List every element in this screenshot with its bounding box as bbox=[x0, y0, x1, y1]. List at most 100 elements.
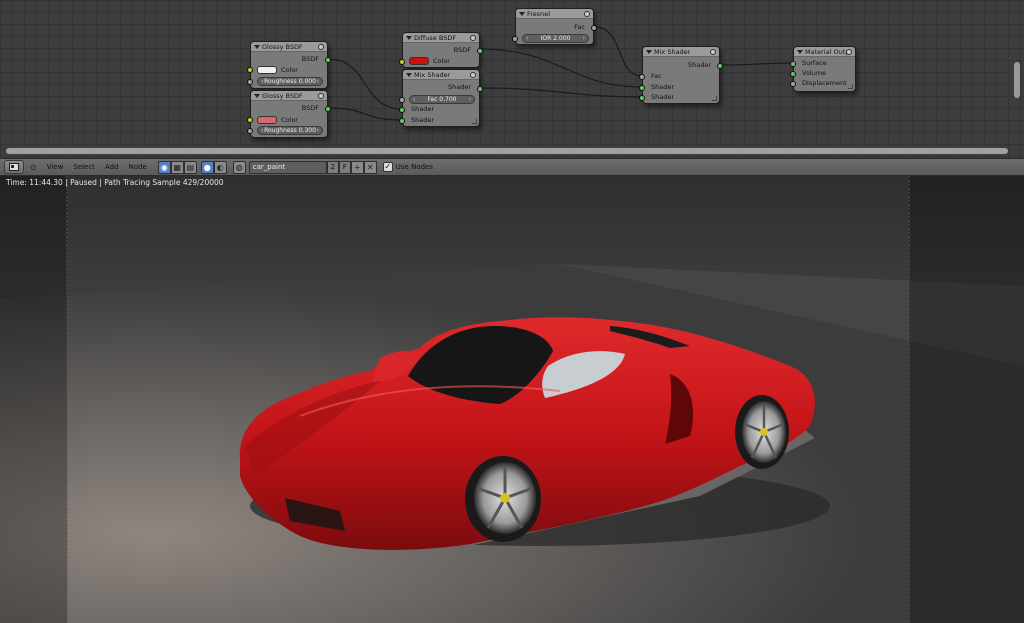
preview-toggle-icon[interactable] bbox=[318, 93, 324, 99]
decrement-icon[interactable]: ‹ bbox=[261, 78, 263, 85]
input-socket-fac[interactable] bbox=[639, 74, 645, 80]
input-socket-roughness[interactable] bbox=[247, 79, 253, 85]
color-label: Color bbox=[433, 57, 450, 65]
use-nodes-checkbox[interactable]: ✓ bbox=[382, 162, 393, 172]
collapse-icon[interactable] bbox=[254, 94, 260, 98]
output-socket-shader[interactable] bbox=[717, 63, 723, 69]
input-socket-roughness[interactable] bbox=[247, 128, 253, 134]
editor-type-button[interactable] bbox=[4, 160, 24, 174]
preview-toggle-icon[interactable] bbox=[710, 49, 716, 55]
fresnel-node[interactable]: Fresnel Fac ‹ IOR 2.000 › bbox=[512, 8, 597, 45]
node-title: Material Outp bbox=[805, 48, 850, 56]
resize-handle[interactable] bbox=[848, 84, 853, 89]
object-shader-icon[interactable]: ● bbox=[200, 160, 214, 174]
collapse-menus-icon[interactable]: ⊙ bbox=[30, 163, 37, 172]
input-socket-color[interactable] bbox=[399, 59, 405, 65]
output-shader-label: Shader bbox=[447, 83, 471, 91]
input-socket-ior[interactable] bbox=[512, 36, 518, 42]
collapse-icon[interactable] bbox=[646, 50, 652, 54]
shader-type-group: ● ◐ bbox=[200, 160, 227, 174]
render-image bbox=[0, 176, 1024, 623]
color-swatch[interactable] bbox=[257, 66, 277, 74]
menu-view[interactable]: View bbox=[42, 163, 69, 171]
glossy-bsdf-node-1[interactable]: Glossy BSDF BSDF Color ‹ Roughness 0.000 › bbox=[247, 41, 331, 89]
horizontal-scrollbar[interactable] bbox=[6, 148, 1008, 154]
world-shader-icon[interactable]: ◐ bbox=[213, 160, 227, 174]
ior-field[interactable]: ‹ IOR 2.000 › bbox=[522, 34, 589, 43]
compositing-nodes-icon[interactable]: ▦ bbox=[170, 160, 184, 174]
material-name-field[interactable]: car_paint bbox=[248, 160, 327, 174]
collapse-icon[interactable] bbox=[406, 73, 412, 77]
increment-icon[interactable]: › bbox=[317, 78, 319, 85]
mix-shader-node-1[interactable]: Mix Shader Shader ‹ Fac 0.700 › Shader Sha… bbox=[399, 69, 483, 127]
roughness-field[interactable]: ‹ Roughness 0.000 › bbox=[257, 77, 323, 86]
input-socket-shader-1[interactable] bbox=[399, 107, 405, 113]
input-socket-volume[interactable] bbox=[790, 71, 796, 77]
output-socket-shader[interactable] bbox=[477, 86, 483, 92]
menu-node[interactable]: Node bbox=[124, 163, 152, 171]
output-socket-bsdf[interactable] bbox=[325, 106, 331, 112]
collapse-icon[interactable] bbox=[254, 45, 260, 49]
glossy-bsdf-node-2[interactable]: Glossy BSDF BSDF Color ‹ Roughness 0.300 › bbox=[247, 90, 331, 138]
preview-toggle-icon[interactable] bbox=[470, 35, 476, 41]
output-bsdf-label: BSDF bbox=[301, 55, 319, 63]
add-material-icon[interactable]: + bbox=[350, 160, 364, 174]
texture-nodes-icon[interactable]: ▤ bbox=[183, 160, 197, 174]
input-socket-shader-1[interactable] bbox=[639, 85, 645, 91]
preview-toggle-icon[interactable] bbox=[584, 11, 590, 17]
menu-select[interactable]: Select bbox=[68, 163, 100, 171]
input-socket-surface[interactable] bbox=[790, 61, 796, 67]
fac-field[interactable]: ‹ Fac 0.700 › bbox=[409, 95, 475, 104]
tree-type-group: ◉ ▦ ▤ bbox=[157, 160, 197, 174]
node-editor[interactable]: Glossy BSDF BSDF Color ‹ Roughness 0.000 ›… bbox=[0, 0, 1024, 158]
collapse-icon[interactable] bbox=[797, 50, 803, 54]
preview-toggle-icon[interactable] bbox=[318, 44, 324, 50]
output-socket-bsdf[interactable] bbox=[477, 48, 483, 54]
link-mix2-output bbox=[719, 62, 794, 66]
preview-toggle-icon[interactable] bbox=[470, 72, 476, 78]
roughness-value: Roughness 0.300 bbox=[264, 127, 316, 134]
diffuse-bsdf-node[interactable]: Diffuse BSDF BSDF Color bbox=[399, 32, 483, 68]
input-socket-displacement[interactable] bbox=[790, 81, 796, 87]
resize-handle[interactable] bbox=[472, 119, 477, 124]
material-output-node[interactable]: Material Outp Surface Volume Displacemen… bbox=[790, 46, 856, 92]
node-title: Fresnel bbox=[527, 10, 551, 18]
output-shader-label: Shader bbox=[687, 61, 711, 69]
vertical-scrollbar[interactable] bbox=[1014, 62, 1020, 98]
collapse-icon[interactable] bbox=[406, 36, 412, 40]
menu-add[interactable]: Add bbox=[100, 163, 124, 171]
decrement-icon[interactable]: ‹ bbox=[413, 96, 415, 103]
input-socket-shader-2[interactable] bbox=[399, 118, 405, 124]
increment-icon[interactable]: › bbox=[317, 127, 319, 134]
fake-user-button[interactable]: F bbox=[338, 160, 351, 174]
color-swatch[interactable] bbox=[409, 57, 429, 65]
decrement-icon[interactable]: ‹ bbox=[261, 127, 263, 134]
increment-icon[interactable]: › bbox=[583, 35, 585, 42]
input-volume-label: Volume bbox=[802, 69, 827, 77]
increment-icon[interactable]: › bbox=[469, 96, 471, 103]
collapse-icon[interactable] bbox=[519, 12, 525, 16]
mix-shader-node-2[interactable]: Mix Shader Shader Fac Shader Shader bbox=[639, 46, 723, 104]
unlink-material-icon[interactable]: ✕ bbox=[363, 160, 377, 174]
input-socket-color[interactable] bbox=[247, 117, 253, 123]
shader-nodes-icon[interactable]: ◉ bbox=[157, 160, 171, 174]
link-mix1-mix2 bbox=[479, 87, 643, 98]
node-title: Glossy BSDF bbox=[262, 43, 303, 51]
input-socket-fac[interactable] bbox=[399, 97, 405, 103]
node-title: Glossy BSDF bbox=[262, 92, 303, 100]
color-swatch[interactable] bbox=[257, 116, 277, 124]
color-label: Color bbox=[281, 66, 298, 74]
input-socket-color[interactable] bbox=[247, 67, 253, 73]
preview-toggle-icon[interactable] bbox=[846, 49, 852, 55]
decrement-icon[interactable]: ‹ bbox=[526, 35, 528, 42]
render-view[interactable]: Time: 11:44.30 | Paused | Path Tracing S… bbox=[0, 176, 1024, 623]
roughness-field[interactable]: ‹ Roughness 0.300 › bbox=[257, 126, 323, 135]
output-socket-bsdf[interactable] bbox=[325, 57, 331, 63]
material-users-count[interactable]: 2 bbox=[326, 160, 339, 174]
link-glossy2-mix1 bbox=[327, 107, 404, 121]
material-browse-icon[interactable]: ◍ bbox=[232, 160, 246, 174]
resize-handle[interactable] bbox=[712, 96, 717, 101]
rear-wheel bbox=[735, 395, 789, 469]
input-socket-shader-2[interactable] bbox=[639, 95, 645, 101]
output-socket-fac[interactable] bbox=[591, 25, 597, 31]
